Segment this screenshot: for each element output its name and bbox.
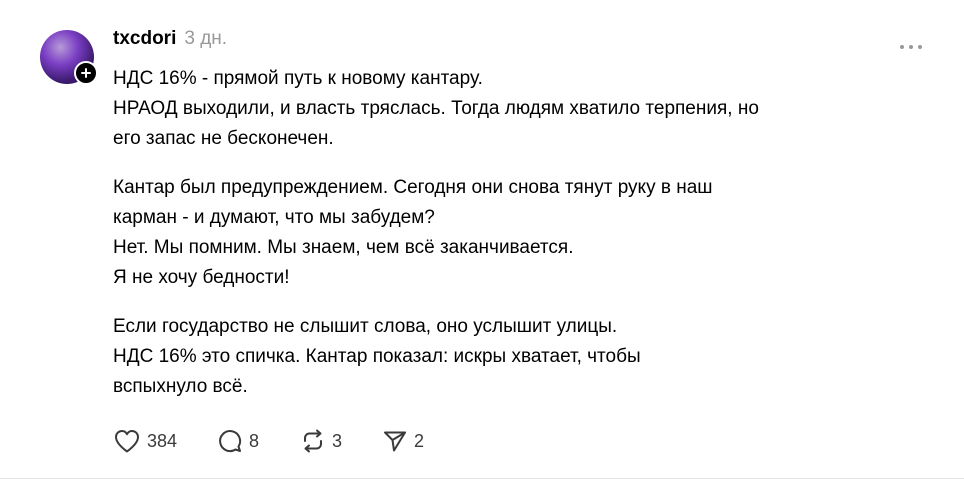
post-paragraph: НДС 16% - прямой путь к новому кантару. … (113, 64, 913, 154)
post-text-line: карман - и думают, что мы забудем? (113, 207, 435, 228)
username[interactable]: txcdori (113, 28, 176, 50)
post-paragraph: Если государство не слышит слова, оно ус… (113, 312, 913, 402)
more-options-button[interactable] (898, 38, 924, 49)
divider (0, 478, 964, 479)
comment-icon (219, 430, 242, 453)
share-count: 2 (414, 430, 425, 451)
like-count: 384 (147, 430, 178, 451)
repost-button[interactable]: 3 (300, 428, 382, 454)
repost-icon (304, 429, 322, 453)
reply-count: 8 (249, 430, 260, 451)
post-text-line: НДС 16% это спичка. Кантар показал: искр… (113, 346, 641, 367)
like-button[interactable]: 384 (113, 428, 217, 454)
heart-icon (115, 430, 139, 453)
thread-post: txcdori 3 дн. НДС 16% - прямой путь к но… (0, 0, 964, 482)
post-text-line: вспыхнуло всё. (113, 376, 248, 397)
post-text-line: его запас не бесконечен. (113, 128, 334, 149)
post-header: txcdori 3 дн. (113, 28, 227, 52)
post-text-line: Кантар был предупреждением. Сегодня они … (113, 177, 713, 198)
post-text-line: Если государство не слышит слова, оно ус… (113, 316, 618, 337)
repost-count: 3 (332, 430, 343, 451)
reply-button[interactable]: 8 (217, 428, 300, 454)
post-text-line: НДС 16% - прямой путь к новому кантару. (113, 68, 483, 89)
share-button[interactable]: 2 (382, 428, 432, 454)
plus-icon (81, 68, 91, 78)
post-text-line: НРАОД выходили, и власть тряслась. Тогда… (113, 98, 759, 119)
more-horizontal-icon (900, 45, 922, 49)
send-icon (384, 431, 406, 452)
post-actions: 384 8 3 2 (113, 426, 432, 456)
post-text-line: Я не хочу бедности! (113, 267, 290, 288)
timestamp[interactable]: 3 дн. (184, 28, 227, 50)
follow-button[interactable] (74, 61, 98, 85)
post-body: НДС 16% - прямой путь к новому кантару. … (113, 64, 913, 421)
post-text-line: Нет. Мы помним. Мы знаем, чем всё заканч… (113, 237, 574, 258)
post-paragraph: Кантар был предупреждением. Сегодня они … (113, 173, 913, 293)
